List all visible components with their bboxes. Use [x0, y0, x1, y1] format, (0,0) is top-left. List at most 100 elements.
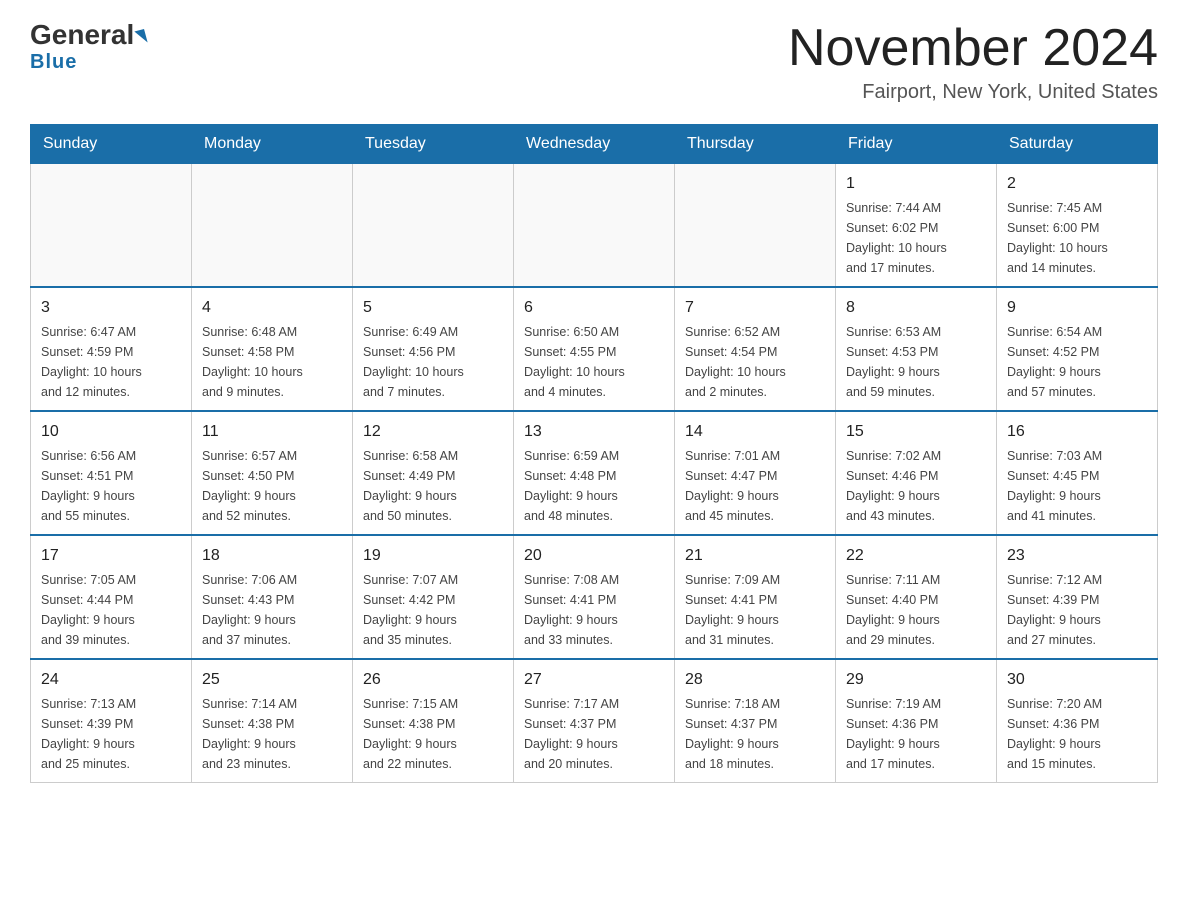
day-number: 2	[1007, 172, 1147, 196]
calendar-day-cell: 6Sunrise: 6:50 AM Sunset: 4:55 PM Daylig…	[514, 287, 675, 411]
calendar-week-row: 24Sunrise: 7:13 AM Sunset: 4:39 PM Dayli…	[31, 659, 1158, 783]
day-number: 11	[202, 420, 342, 444]
calendar-day-cell: 17Sunrise: 7:05 AM Sunset: 4:44 PM Dayli…	[31, 535, 192, 659]
calendar-day-cell: 18Sunrise: 7:06 AM Sunset: 4:43 PM Dayli…	[192, 535, 353, 659]
calendar-day-cell: 29Sunrise: 7:19 AM Sunset: 4:36 PM Dayli…	[836, 659, 997, 783]
logo-area: General Blue	[30, 20, 146, 74]
calendar-day-cell: 22Sunrise: 7:11 AM Sunset: 4:40 PM Dayli…	[836, 535, 997, 659]
weekday-header-tuesday: Tuesday	[353, 125, 514, 164]
calendar-day-cell: 19Sunrise: 7:07 AM Sunset: 4:42 PM Dayli…	[353, 535, 514, 659]
calendar-table: SundayMondayTuesdayWednesdayThursdayFrid…	[30, 124, 1158, 783]
day-info: Sunrise: 7:13 AM Sunset: 4:39 PM Dayligh…	[41, 694, 181, 774]
day-number: 16	[1007, 420, 1147, 444]
calendar-day-cell: 12Sunrise: 6:58 AM Sunset: 4:49 PM Dayli…	[353, 411, 514, 535]
calendar-week-row: 17Sunrise: 7:05 AM Sunset: 4:44 PM Dayli…	[31, 535, 1158, 659]
day-info: Sunrise: 6:52 AM Sunset: 4:54 PM Dayligh…	[685, 322, 825, 402]
location-title: Fairport, New York, United States	[788, 81, 1158, 104]
day-info: Sunrise: 6:53 AM Sunset: 4:53 PM Dayligh…	[846, 322, 986, 402]
day-number: 21	[685, 544, 825, 568]
calendar-day-cell: 10Sunrise: 6:56 AM Sunset: 4:51 PM Dayli…	[31, 411, 192, 535]
day-number: 27	[524, 668, 664, 692]
day-info: Sunrise: 6:59 AM Sunset: 4:48 PM Dayligh…	[524, 446, 664, 526]
day-number: 5	[363, 296, 503, 320]
day-number: 24	[41, 668, 181, 692]
calendar-week-row: 10Sunrise: 6:56 AM Sunset: 4:51 PM Dayli…	[31, 411, 1158, 535]
day-info: Sunrise: 6:58 AM Sunset: 4:49 PM Dayligh…	[363, 446, 503, 526]
calendar-day-cell: 5Sunrise: 6:49 AM Sunset: 4:56 PM Daylig…	[353, 287, 514, 411]
calendar-day-cell	[353, 164, 514, 288]
day-info: Sunrise: 6:54 AM Sunset: 4:52 PM Dayligh…	[1007, 322, 1147, 402]
day-number: 26	[363, 668, 503, 692]
logo-blue: Blue	[30, 51, 77, 74]
calendar-day-cell: 20Sunrise: 7:08 AM Sunset: 4:41 PM Dayli…	[514, 535, 675, 659]
calendar-day-cell: 4Sunrise: 6:48 AM Sunset: 4:58 PM Daylig…	[192, 287, 353, 411]
day-number: 12	[363, 420, 503, 444]
day-info: Sunrise: 6:50 AM Sunset: 4:55 PM Dayligh…	[524, 322, 664, 402]
calendar-day-cell	[31, 164, 192, 288]
calendar-day-cell: 13Sunrise: 6:59 AM Sunset: 4:48 PM Dayli…	[514, 411, 675, 535]
calendar-day-cell: 26Sunrise: 7:15 AM Sunset: 4:38 PM Dayli…	[353, 659, 514, 783]
day-info: Sunrise: 7:02 AM Sunset: 4:46 PM Dayligh…	[846, 446, 986, 526]
day-info: Sunrise: 7:18 AM Sunset: 4:37 PM Dayligh…	[685, 694, 825, 774]
day-number: 1	[846, 172, 986, 196]
day-info: Sunrise: 7:05 AM Sunset: 4:44 PM Dayligh…	[41, 570, 181, 650]
day-number: 13	[524, 420, 664, 444]
calendar-day-cell: 25Sunrise: 7:14 AM Sunset: 4:38 PM Dayli…	[192, 659, 353, 783]
day-info: Sunrise: 7:07 AM Sunset: 4:42 PM Dayligh…	[363, 570, 503, 650]
day-info: Sunrise: 6:48 AM Sunset: 4:58 PM Dayligh…	[202, 322, 342, 402]
day-number: 28	[685, 668, 825, 692]
weekday-header-sunday: Sunday	[31, 125, 192, 164]
day-info: Sunrise: 7:01 AM Sunset: 4:47 PM Dayligh…	[685, 446, 825, 526]
day-info: Sunrise: 7:15 AM Sunset: 4:38 PM Dayligh…	[363, 694, 503, 774]
day-number: 7	[685, 296, 825, 320]
day-info: Sunrise: 7:17 AM Sunset: 4:37 PM Dayligh…	[524, 694, 664, 774]
day-number: 10	[41, 420, 181, 444]
calendar-day-cell: 15Sunrise: 7:02 AM Sunset: 4:46 PM Dayli…	[836, 411, 997, 535]
day-info: Sunrise: 6:47 AM Sunset: 4:59 PM Dayligh…	[41, 322, 181, 402]
day-info: Sunrise: 7:11 AM Sunset: 4:40 PM Dayligh…	[846, 570, 986, 650]
calendar-day-cell: 30Sunrise: 7:20 AM Sunset: 4:36 PM Dayli…	[997, 659, 1158, 783]
page-header: General Blue November 2024 Fairport, New…	[30, 20, 1158, 104]
calendar-day-cell: 27Sunrise: 7:17 AM Sunset: 4:37 PM Dayli…	[514, 659, 675, 783]
day-info: Sunrise: 6:49 AM Sunset: 4:56 PM Dayligh…	[363, 322, 503, 402]
calendar-day-cell: 3Sunrise: 6:47 AM Sunset: 4:59 PM Daylig…	[31, 287, 192, 411]
day-info: Sunrise: 7:45 AM Sunset: 6:00 PM Dayligh…	[1007, 198, 1147, 278]
weekday-header-saturday: Saturday	[997, 125, 1158, 164]
day-number: 19	[363, 544, 503, 568]
calendar-day-cell	[514, 164, 675, 288]
calendar-day-cell: 11Sunrise: 6:57 AM Sunset: 4:50 PM Dayli…	[192, 411, 353, 535]
month-title: November 2024	[788, 20, 1158, 77]
title-area: November 2024 Fairport, New York, United…	[788, 20, 1158, 104]
day-info: Sunrise: 7:44 AM Sunset: 6:02 PM Dayligh…	[846, 198, 986, 278]
calendar-day-cell: 21Sunrise: 7:09 AM Sunset: 4:41 PM Dayli…	[675, 535, 836, 659]
logo-general: General	[30, 20, 146, 51]
calendar-day-cell: 23Sunrise: 7:12 AM Sunset: 4:39 PM Dayli…	[997, 535, 1158, 659]
day-info: Sunrise: 7:12 AM Sunset: 4:39 PM Dayligh…	[1007, 570, 1147, 650]
day-number: 23	[1007, 544, 1147, 568]
day-info: Sunrise: 7:19 AM Sunset: 4:36 PM Dayligh…	[846, 694, 986, 774]
calendar-day-cell: 14Sunrise: 7:01 AM Sunset: 4:47 PM Dayli…	[675, 411, 836, 535]
calendar-day-cell: 9Sunrise: 6:54 AM Sunset: 4:52 PM Daylig…	[997, 287, 1158, 411]
calendar-day-cell: 16Sunrise: 7:03 AM Sunset: 4:45 PM Dayli…	[997, 411, 1158, 535]
day-info: Sunrise: 7:08 AM Sunset: 4:41 PM Dayligh…	[524, 570, 664, 650]
day-number: 9	[1007, 296, 1147, 320]
weekday-header-monday: Monday	[192, 125, 353, 164]
calendar-day-cell: 8Sunrise: 6:53 AM Sunset: 4:53 PM Daylig…	[836, 287, 997, 411]
calendar-week-row: 1Sunrise: 7:44 AM Sunset: 6:02 PM Daylig…	[31, 164, 1158, 288]
weekday-header-wednesday: Wednesday	[514, 125, 675, 164]
calendar-week-row: 3Sunrise: 6:47 AM Sunset: 4:59 PM Daylig…	[31, 287, 1158, 411]
day-number: 14	[685, 420, 825, 444]
day-number: 4	[202, 296, 342, 320]
day-info: Sunrise: 7:09 AM Sunset: 4:41 PM Dayligh…	[685, 570, 825, 650]
day-number: 18	[202, 544, 342, 568]
day-info: Sunrise: 7:20 AM Sunset: 4:36 PM Dayligh…	[1007, 694, 1147, 774]
calendar-day-cell: 28Sunrise: 7:18 AM Sunset: 4:37 PM Dayli…	[675, 659, 836, 783]
day-number: 29	[846, 668, 986, 692]
calendar-day-cell: 7Sunrise: 6:52 AM Sunset: 4:54 PM Daylig…	[675, 287, 836, 411]
day-info: Sunrise: 7:03 AM Sunset: 4:45 PM Dayligh…	[1007, 446, 1147, 526]
day-number: 20	[524, 544, 664, 568]
day-number: 6	[524, 296, 664, 320]
weekday-header-row: SundayMondayTuesdayWednesdayThursdayFrid…	[31, 125, 1158, 164]
day-number: 8	[846, 296, 986, 320]
day-info: Sunrise: 6:57 AM Sunset: 4:50 PM Dayligh…	[202, 446, 342, 526]
